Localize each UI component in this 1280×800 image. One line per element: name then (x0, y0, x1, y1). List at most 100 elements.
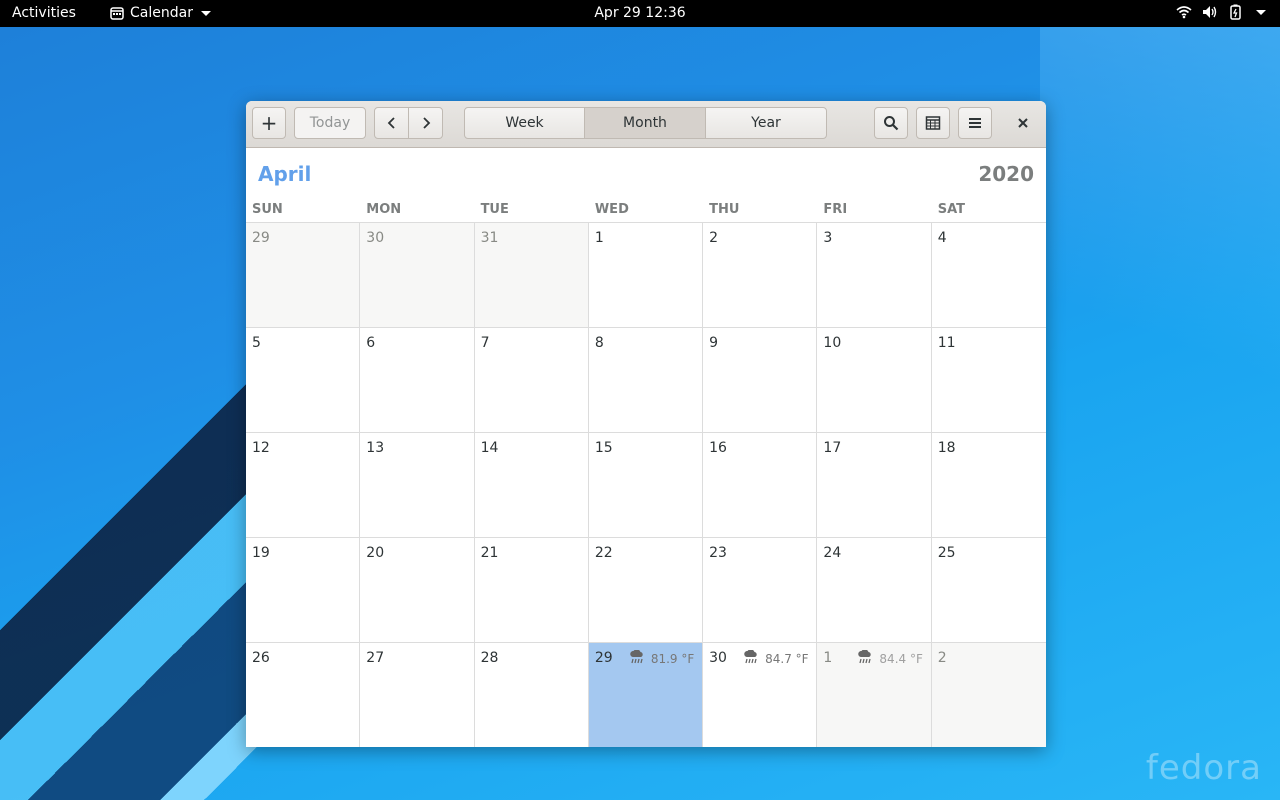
activities-button[interactable]: Activities (12, 5, 76, 21)
day-cell[interactable]: 2 (931, 643, 1046, 747)
system-status-area[interactable] (1176, 4, 1266, 20)
day-number: 10 (823, 335, 842, 351)
day-number: 16 (709, 440, 727, 456)
next-button[interactable] (408, 107, 443, 139)
weekday-label: MON (366, 202, 402, 217)
weekday-label: SAT (937, 202, 965, 217)
day-number: 6 (366, 335, 376, 351)
calendar-management-button[interactable] (916, 107, 950, 139)
clock[interactable]: Apr 29 12:36 (594, 5, 685, 21)
day-cell[interactable]: 24 (817, 538, 932, 643)
day-number: 11 (937, 335, 956, 351)
day-number: 14 (480, 440, 499, 456)
add-event-button[interactable]: + (252, 107, 286, 139)
day-number: 23 (709, 545, 727, 561)
day-cell[interactable]: 14 (474, 433, 589, 538)
day-number: 7 (480, 335, 490, 351)
day-cell[interactable]: 7 (474, 328, 589, 433)
day-cell[interactable]: 6 (360, 328, 475, 433)
search-button[interactable] (874, 107, 908, 139)
day-number: 29 (252, 230, 270, 246)
day-number: 2 (937, 650, 947, 666)
day-number: 3 (823, 230, 833, 246)
day-cell[interactable]: 4 (931, 223, 1046, 328)
day-number: 5 (252, 335, 261, 351)
main-menu-button[interactable] (958, 107, 992, 139)
plus-icon: + (260, 111, 278, 135)
day-number: 17 (823, 440, 842, 456)
today-button[interactable]: Today (294, 107, 366, 139)
day-cell[interactable]: 28 (475, 643, 589, 747)
day-cell[interactable]: 15 (588, 433, 704, 538)
day-cell[interactable]: 29 (246, 223, 361, 328)
day-number: 21 (480, 545, 499, 561)
day-number: 13 (366, 440, 385, 456)
weekday-header: SUN MON TUE WED THU FRI SAT (246, 202, 1046, 223)
fedora-logo: fedora (1145, 748, 1262, 788)
weather-forecast: 81.9 °F (629, 649, 695, 667)
day-cell-today[interactable]: 29 81.9 °F (588, 643, 704, 747)
app-menu[interactable]: Calendar (110, 5, 211, 21)
day-cell[interactable]: 10 (817, 328, 932, 433)
day-number: 8 (594, 335, 604, 351)
tab-week[interactable]: Week (464, 107, 585, 139)
day-cell[interactable]: 13 (360, 433, 475, 538)
day-cell[interactable]: 17 (817, 433, 932, 538)
day-cell[interactable]: 31 (474, 223, 589, 328)
weather-temperature: 84.7 °F (765, 651, 809, 666)
day-number: 31 (480, 230, 499, 246)
day-cell[interactable]: 25 (931, 538, 1046, 643)
rain-icon (629, 649, 645, 667)
day-number: 15 (594, 440, 613, 456)
day-cell[interactable]: 5 (246, 328, 361, 433)
day-cell[interactable]: 2 (703, 223, 818, 328)
battery-icon (1230, 4, 1241, 20)
day-cell[interactable]: 1 (588, 223, 704, 328)
day-cell[interactable]: 30 (360, 223, 475, 328)
chevron-down-icon (200, 10, 211, 16)
day-cell[interactable]: 21 (474, 538, 589, 643)
day-cell[interactable]: 3 (817, 223, 932, 328)
day-number: 28 (480, 650, 499, 666)
day-cell[interactable]: 8 (588, 328, 704, 433)
day-cell[interactable]: 19 (246, 538, 361, 643)
day-cell[interactable]: 20 (360, 538, 475, 643)
app-menu-label: Calendar (130, 5, 193, 21)
chevron-right-icon (422, 117, 430, 129)
day-number: 29 (594, 650, 613, 666)
month-grid: 29 30 31 1 2 3 4 5 6 7 8 9 10 11 12 13 14 15 16 17 18 19 20 21 2… (246, 223, 1046, 747)
weekday-label: FRI (823, 202, 848, 217)
day-cell[interactable]: 1 84.4 °F (817, 643, 932, 747)
wifi-icon (1176, 6, 1192, 19)
day-cell[interactable]: 16 (703, 433, 818, 538)
day-cell[interactable]: 26 (246, 643, 361, 747)
day-number: 1 (823, 650, 833, 666)
rain-icon (857, 649, 873, 667)
day-cell[interactable]: 30 84.7 °F (703, 643, 818, 747)
year-title: 2020 (978, 162, 1034, 186)
day-cell[interactable]: 9 (703, 328, 818, 433)
weekday-label: THU (709, 202, 740, 217)
previous-button[interactable] (374, 107, 409, 139)
day-cell[interactable]: 23 (703, 538, 818, 643)
tab-year[interactable]: Year (705, 107, 827, 139)
weekday-label: WED (594, 202, 629, 217)
weather-forecast: 84.4 °F (857, 649, 923, 667)
rain-icon (743, 649, 759, 667)
day-cell[interactable]: 27 (360, 643, 475, 747)
day-cell[interactable]: 22 (588, 538, 704, 643)
day-cell[interactable]: 11 (931, 328, 1046, 433)
tab-month[interactable]: Month (584, 107, 706, 139)
day-cell[interactable]: 12 (246, 433, 361, 538)
header-bar: + Today Week Month Year (246, 101, 1046, 148)
weekday-label: TUE (480, 202, 509, 217)
day-number: 4 (937, 230, 947, 246)
day-number: 30 (709, 650, 727, 666)
weather-temperature: 84.4 °F (879, 651, 923, 666)
weather-temperature: 81.9 °F (650, 651, 695, 666)
close-button[interactable] (1008, 107, 1038, 139)
day-number: 25 (937, 545, 956, 561)
day-cell[interactable]: 18 (931, 433, 1046, 538)
day-number: 27 (366, 650, 385, 666)
close-icon (1018, 118, 1028, 128)
